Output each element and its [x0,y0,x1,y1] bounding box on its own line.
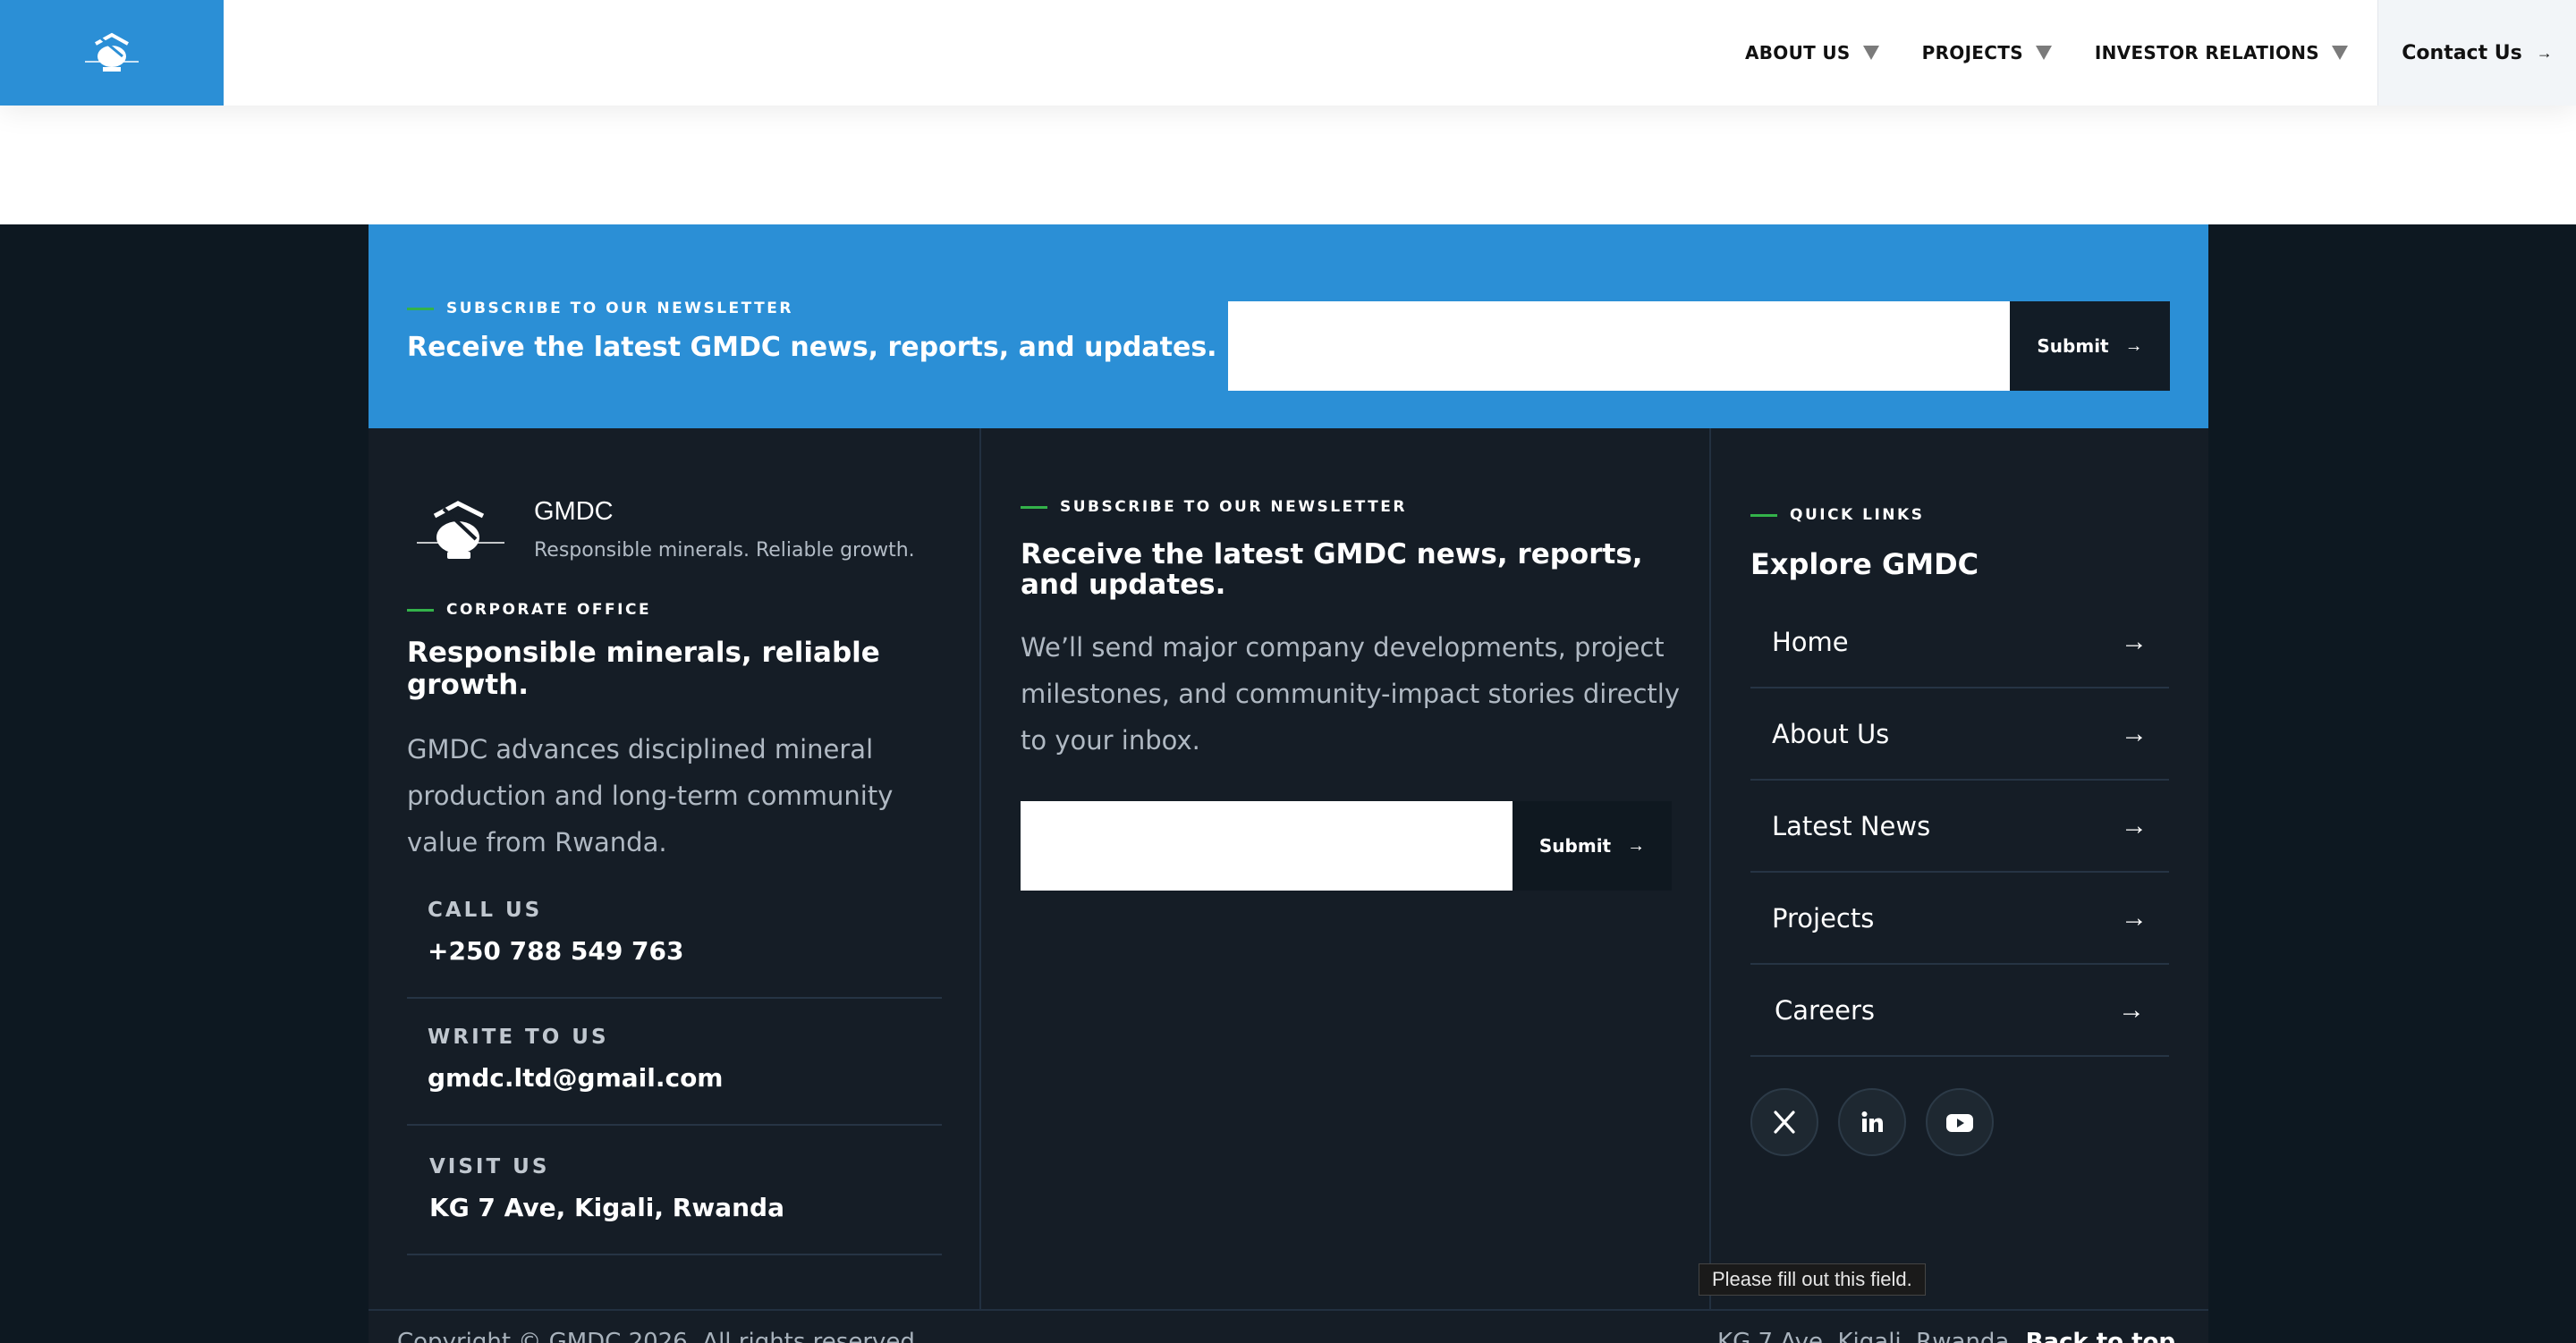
contact-card-call[interactable]: CALL US +250 788 549 763 [407,872,942,999]
eyebrow-dash [1750,513,1777,517]
brand-tagline: Responsible minerals. Reliable growth. [534,539,915,562]
contact-address: KG 7 Ave, Kigali, Rwanda [429,1193,784,1222]
x-icon [1774,1111,1795,1134]
contact-us-button[interactable]: Contact Us → [2377,0,2576,106]
bottom-address: KG 7 Ave, Kigali, Rwanda [1717,1329,2010,1343]
submit-label: Submit [1538,835,1612,857]
arrow-right-icon: → [2121,718,2148,748]
arrow-right-icon: → [2121,810,2148,840]
contact-label: VISIT US [429,1155,550,1178]
site-header: ABOUT US PROJECTS INVESTOR RELATIONS Con… [0,0,2576,106]
footer-email-input[interactable] [1021,801,1513,891]
caret-down-icon [1862,46,1879,60]
main-nav: ABOUT US PROJECTS INVESTOR RELATIONS [1702,0,2348,106]
gmdc-logo-icon [417,501,504,559]
column-divider [1709,428,1711,1309]
quick-link-careers[interactable]: Careers → [1750,965,2169,1057]
caret-down-icon [2035,46,2052,60]
middle-newsletter-description: We’ll send major company developments, p… [1021,632,1680,756]
quick-links-title: Explore GMDC [1750,547,1979,581]
quick-link-latest-news[interactable]: Latest News → [1750,781,2169,873]
nav-label: PROJECTS [1921,42,2023,63]
x-social-button[interactable] [1750,1088,1818,1156]
social-links [1750,1088,1994,1156]
brand-name: GMDC [534,497,614,526]
arrow-right-icon: → [2536,43,2553,62]
newsletter-email-input[interactable] [1228,301,2010,391]
newsletter-band: SUBSCRIBE TO OUR NEWSLETTER Receive the … [369,224,2208,428]
arrow-right-icon: → [2124,335,2143,356]
eyebrow-text: SUBSCRIBE TO OUR NEWSLETTER [1060,498,1407,516]
quick-link-label: Projects [1772,902,1875,933]
nav-projects[interactable]: PROJECTS [1922,42,2052,63]
eyebrow-text: CORPORATE OFFICE [446,601,652,619]
arrow-right-icon: → [2121,902,2148,933]
validation-tooltip: Please fill out this field. [1699,1263,1926,1296]
linkedin-social-button[interactable] [1838,1088,1906,1156]
copyright-text: Copyright © GMDC 2026. All rights reserv… [397,1329,923,1343]
column-divider [979,428,981,1309]
middle-newsletter-title: Receive the latest GMDC news, reports, a… [1021,538,1643,601]
back-to-top-link[interactable]: Back to top [2026,1329,2175,1343]
contact-email: gmdc.ltd@gmail.com [428,1063,724,1093]
youtube-icon [1946,1114,1973,1132]
footer-submit-button[interactable]: Submit → [1513,801,1672,891]
quick-link-label: Home [1772,626,1849,657]
eyebrow-text: SUBSCRIBE TO OUR NEWSLETTER [446,300,793,317]
corporate-office-eyebrow: CORPORATE OFFICE [407,601,651,619]
contact-us-label: Contact Us [2402,41,2522,64]
contact-label: CALL US [428,899,543,922]
middle-newsletter-eyebrow: SUBSCRIBE TO OUR NEWSLETTER [1021,498,1407,516]
footer-brand: GMDC Responsible minerals. Reliable grow… [407,492,915,572]
quick-link-projects[interactable]: Projects → [1750,873,2169,965]
contact-card-email[interactable]: WRITE TO US gmdc.ltd@gmail.com [407,999,942,1126]
quick-link-label: Careers [1775,994,1876,1026]
linkedin-icon [1861,1111,1883,1132]
quick-link-label: Latest News [1772,810,1931,841]
arrow-right-icon: → [2118,994,2145,1025]
submit-label: Submit [2037,335,2109,357]
nav-investor-relations[interactable]: INVESTOR RELATIONS [2095,42,2348,63]
corporate-description: GMDC advances disciplined mineral produc… [407,734,894,857]
newsletter-title: Receive the latest GMDC news, reports, a… [407,332,1217,363]
quick-links-eyebrow: QUICK LINKS [1750,506,1924,524]
eyebrow-dash [407,307,434,310]
arrow-right-icon: → [1627,835,1646,856]
bottom-divider [369,1309,2208,1311]
corporate-title: Responsible minerals, reliable growth. [407,637,880,701]
quick-link-about-us[interactable]: About Us → [1750,688,2169,781]
eyebrow-dash [407,608,434,612]
quick-link-label: About Us [1772,718,1890,749]
header-logo[interactable] [0,0,224,106]
gmdc-logo-icon [85,32,139,72]
bottom-right: KG 7 Ave, Kigali, Rwanda Back to top [1717,1329,2175,1343]
contact-phone: +250 788 549 763 [428,936,684,966]
newsletter-submit-button[interactable]: Submit → [2010,301,2170,391]
nav-about-us[interactable]: ABOUT US [1745,42,1879,63]
eyebrow-dash [1021,505,1047,509]
nav-label: INVESTOR RELATIONS [2094,42,2319,63]
nav-label: ABOUT US [1744,42,1851,63]
quick-link-home[interactable]: Home → [1750,596,2169,688]
arrow-right-icon: → [2121,626,2148,656]
contact-card-address[interactable]: VISIT US KG 7 Ave, Kigali, Rwanda [407,1128,942,1255]
eyebrow-text: QUICK LINKS [1790,506,1925,524]
footer-logo[interactable] [407,492,514,572]
contact-label: WRITE TO US [428,1026,609,1049]
newsletter-eyebrow: SUBSCRIBE TO OUR NEWSLETTER [407,300,793,317]
caret-down-icon [2332,46,2348,60]
youtube-social-button[interactable] [1926,1088,1994,1156]
